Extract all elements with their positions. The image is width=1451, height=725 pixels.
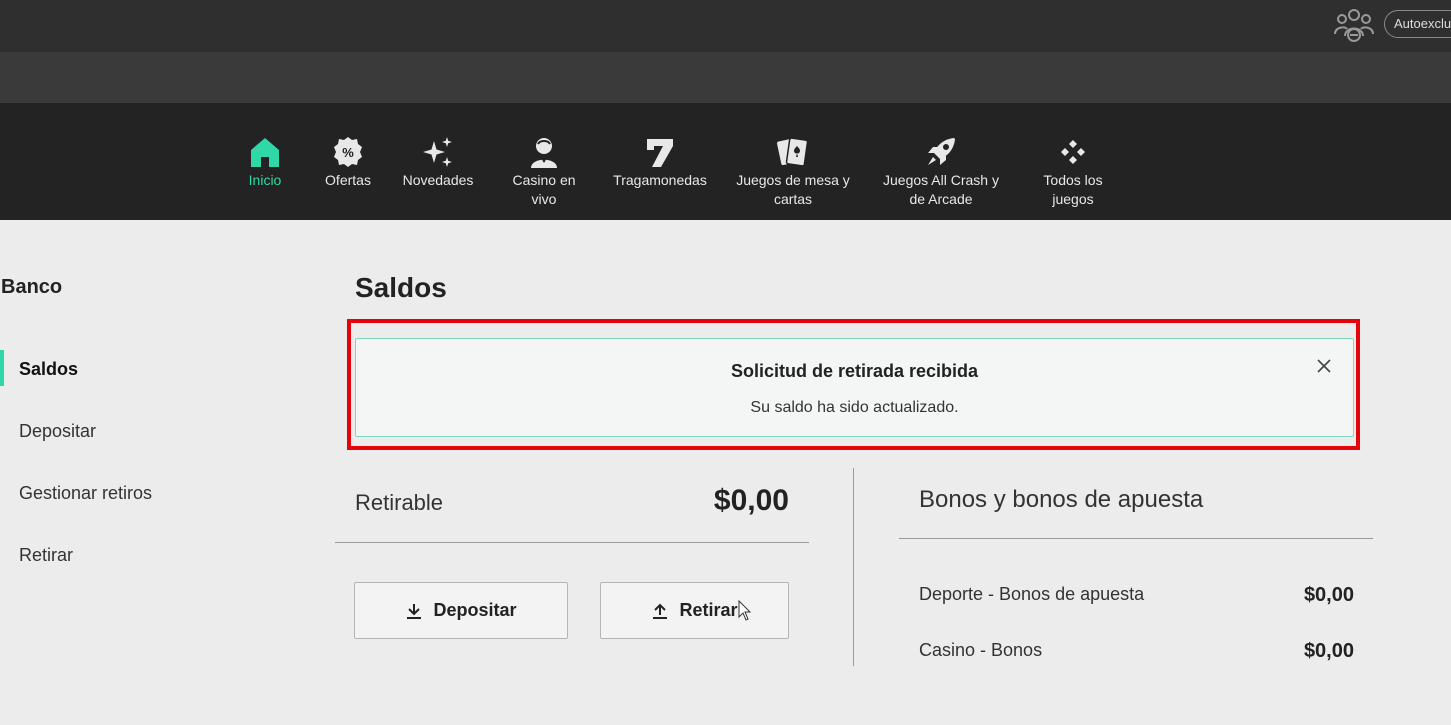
- bonus-label: Deporte - Bonos de apuesta: [919, 584, 1145, 604]
- divider: [335, 542, 809, 543]
- nav-label: Juegos All Crash y de Arcade: [883, 172, 999, 207]
- download-icon: [407, 603, 422, 619]
- home-icon: [251, 138, 279, 167]
- active-indicator: [0, 350, 4, 386]
- nav-label: Tragamonedas: [613, 172, 707, 188]
- nav-item-novedades[interactable]: Novedades: [398, 135, 478, 190]
- bonus-row: Casino - Bonos $0,00: [919, 640, 1354, 663]
- deposit-label: Depositar: [433, 600, 517, 620]
- bonus-label: Casino - Bonos: [919, 640, 1043, 660]
- nav-item-inicio[interactable]: Inicio: [240, 135, 290, 190]
- diamonds-grid-icon: [1061, 140, 1085, 164]
- highlight-box: [347, 319, 1360, 450]
- nav-label: Inicio: [248, 172, 282, 188]
- top-bar: Autoexclu: [0, 0, 1451, 52]
- nav-item-juegos-crash[interactable]: Juegos All Crash y de Arcade: [878, 135, 1004, 209]
- secondary-bar: [0, 52, 1451, 103]
- svg-text:%: %: [342, 145, 354, 160]
- bonus-row: Deporte - Bonos de apuesta $0,00: [919, 584, 1354, 607]
- cards-icon: [777, 137, 809, 167]
- main-nav: Inicio % Ofertas Novedades Casino en viv…: [0, 103, 1451, 220]
- sparkle-icon: [423, 137, 452, 167]
- vertical-divider: [853, 468, 854, 666]
- bonus-title: Bonos y bonos de apuesta: [919, 486, 1204, 513]
- nav-item-ofertas[interactable]: % Ofertas: [318, 135, 378, 190]
- rocket-icon: [928, 138, 955, 165]
- bonus-value: $0,00: [1303, 640, 1354, 662]
- withdrawable-label: Retirable: [355, 490, 444, 515]
- withdrawable-value: $0,00: [713, 484, 789, 517]
- sidebar-item-gestionar-retiros[interactable]: Gestionar retiros: [19, 483, 152, 504]
- withdraw-label: Retirar: [679, 600, 738, 620]
- seven-icon: [647, 139, 673, 167]
- page-title: Saldos: [355, 272, 447, 303]
- responsible-gaming-icon[interactable]: [1333, 6, 1375, 42]
- sidebar-title: Banco: [1, 276, 63, 298]
- deposit-button[interactable]: Depositar: [354, 582, 568, 639]
- nav-label: Novedades: [402, 172, 474, 188]
- nav-label: Todos los juegos: [1043, 172, 1103, 207]
- nav-item-juegos-de-mesa[interactable]: Juegos de mesa y cartas: [733, 135, 853, 209]
- bonus-value: $0,00: [1303, 584, 1354, 606]
- upload-icon: [653, 603, 668, 619]
- percent-badge-icon: %: [334, 137, 362, 167]
- autoexclusion-button[interactable]: Autoexclu: [1384, 10, 1451, 38]
- withdraw-button[interactable]: Retirar: [600, 582, 789, 639]
- nav-item-casino-en-vivo[interactable]: Casino en vivo: [504, 135, 584, 209]
- mouse-cursor-icon: [738, 600, 752, 621]
- sidebar-item-depositar[interactable]: Depositar: [19, 421, 96, 442]
- nav-label: Ofertas: [325, 172, 371, 188]
- nav-item-tragamonedas[interactable]: Tragamonedas: [612, 135, 708, 190]
- nav-item-todos-los-juegos[interactable]: Todos los juegos: [1038, 135, 1108, 209]
- nav-label: Casino en vivo: [512, 172, 576, 207]
- divider: [899, 538, 1373, 539]
- dealer-icon: [531, 138, 557, 168]
- nav-label: Juegos de mesa y cartas: [736, 172, 850, 207]
- sidebar-item-saldos[interactable]: Saldos: [19, 359, 78, 380]
- sidebar-item-retirar[interactable]: Retirar: [19, 545, 73, 566]
